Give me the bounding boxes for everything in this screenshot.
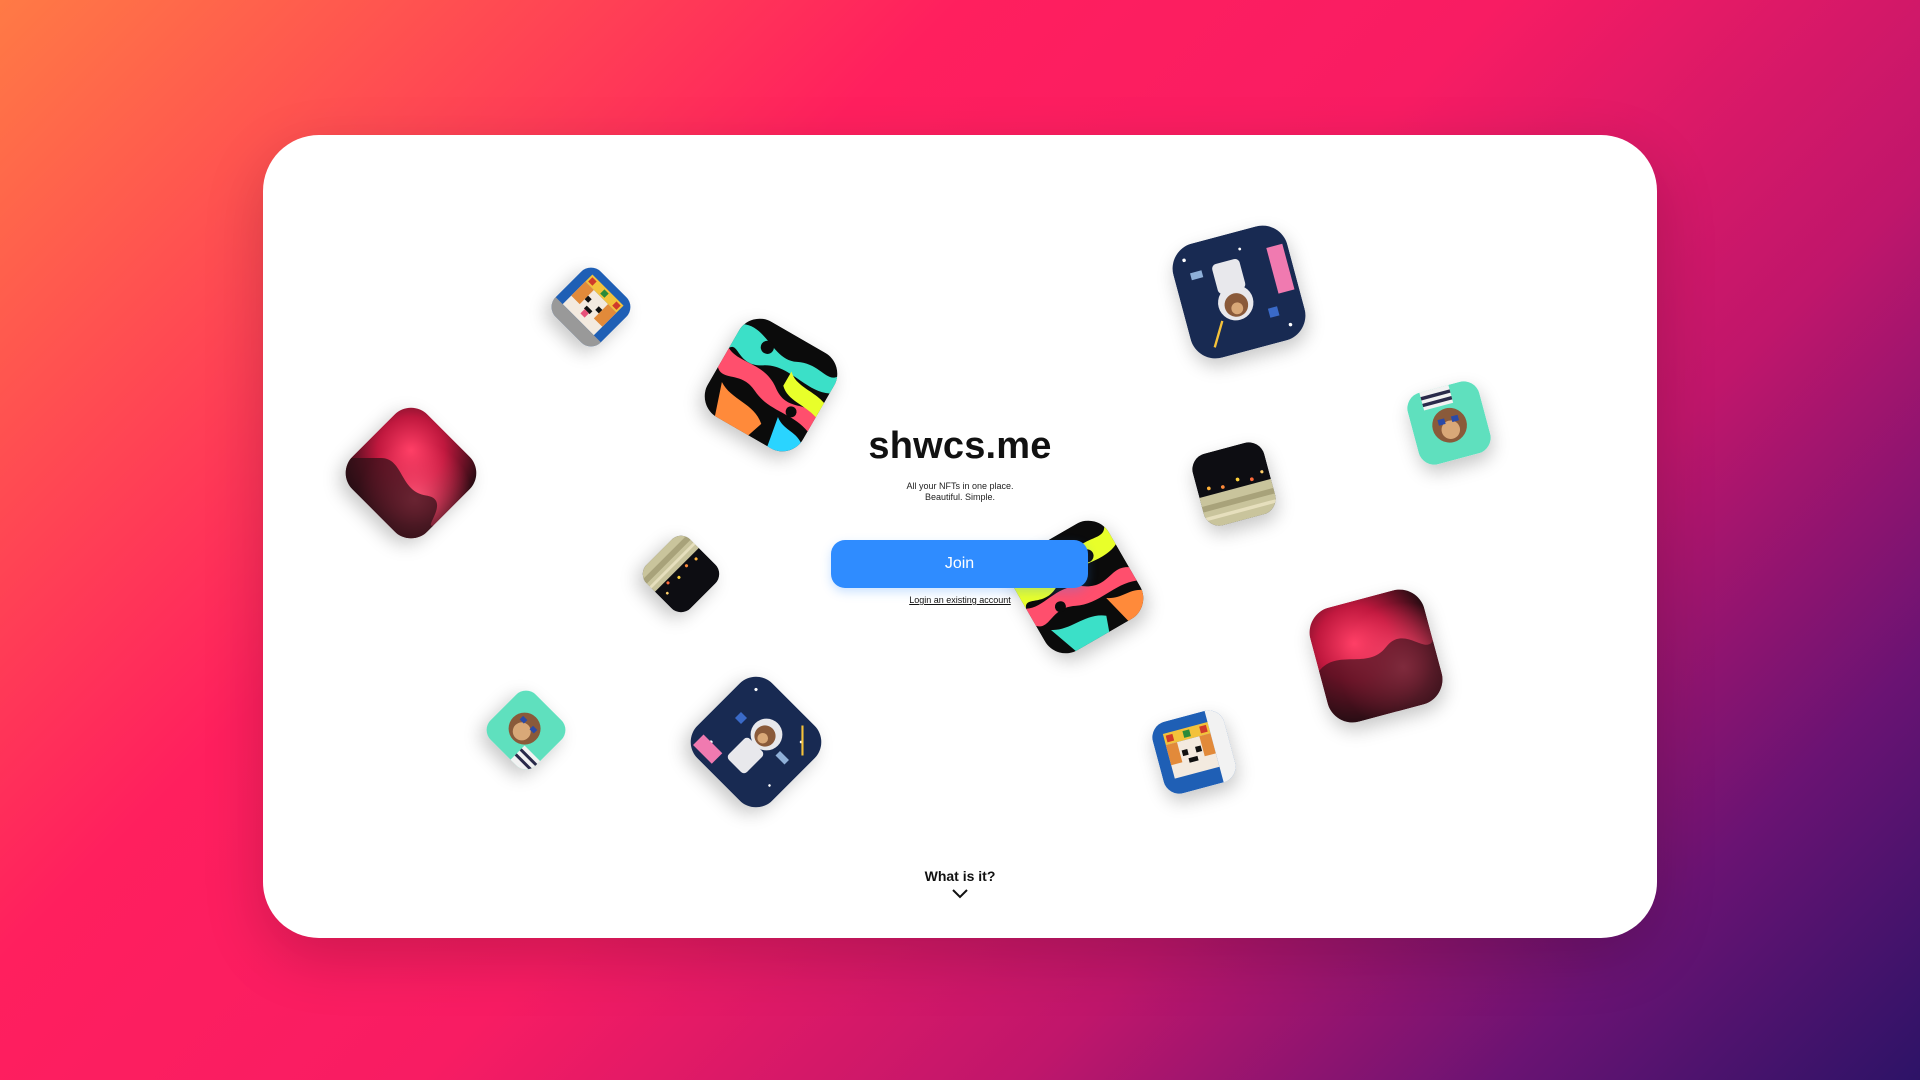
nft-tile-shiba-crown-2 [1148,706,1240,798]
nft-tile-red-abstract-2 [1303,583,1449,729]
nft-tile-astronaut-monkey [681,667,831,817]
tagline-line-2: Beautiful. Simple. [924,492,996,502]
nft-tile-ape-mint [480,684,572,776]
shiba-crown-image [545,261,637,353]
ape-mint-image [480,684,572,776]
landing-card: shwcs.me All your NFTs in one place. Bea… [263,135,1657,938]
tagline-line-1: All your NFTs in one place. [906,481,1014,491]
nft-tile-shiba-crown [545,261,637,353]
astronaut-monkey-image [681,667,831,817]
nft-tile-red-abstract [336,398,486,548]
red-abstract-image [336,398,486,548]
red-abstract-image [1303,583,1449,729]
chevron-down-icon[interactable] [951,888,969,900]
astronaut-monkey-image [1166,219,1312,365]
nft-tile-astronaut-monkey-2 [1166,219,1312,365]
tagline: All your NFTs in one place. Beautiful. S… [263,481,1657,503]
shiba-crown-image [1148,706,1240,798]
login-existing-account-link[interactable]: Login an existing account [263,595,1657,605]
brand-title: shwcs.me [868,425,1052,467]
join-button[interactable]: Join [831,540,1088,588]
what-is-it-link[interactable]: What is it? [263,868,1657,884]
